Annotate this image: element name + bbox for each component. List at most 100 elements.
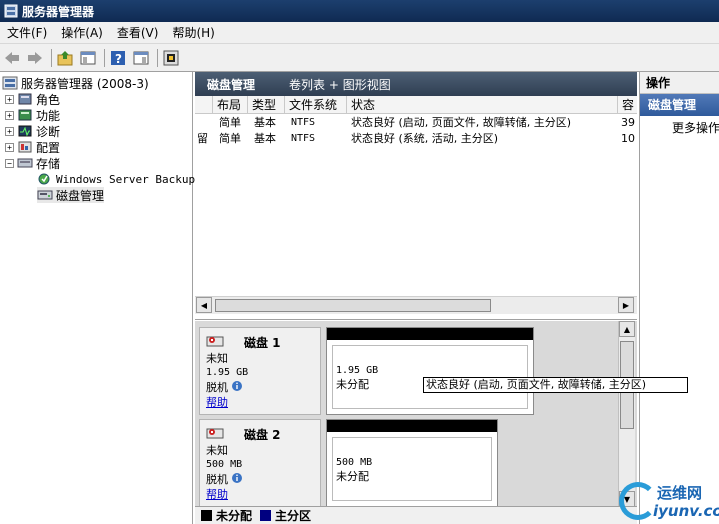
backup-icon — [37, 172, 53, 186]
column-header-status[interactable]: 状态 — [347, 96, 618, 114]
graphical-view: 磁盘 1 未知 1.95 GB 脱机 帮助 1.95 GB 未分配 磁盘 2 未… — [195, 321, 637, 524]
info-icon[interactable] — [231, 472, 243, 488]
volume-list: 布局 类型 文件系统 状态 容 简单 基本 NTFS 状态良好 (启动, 页面文… — [195, 96, 637, 320]
scroll-right-icon[interactable]: ▶ — [618, 297, 634, 313]
forward-arrow-icon[interactable] — [25, 48, 45, 68]
unallocated-bar — [327, 328, 533, 340]
cell-capacity: 10 — [621, 132, 635, 145]
up-folder-icon[interactable] — [55, 48, 75, 68]
cell-layout: 简单 — [219, 116, 241, 129]
scroll-up-icon[interactable]: ▲ — [619, 321, 635, 337]
collapse-icon[interactable]: − — [5, 158, 14, 168]
column-header-capacity[interactable]: 容 — [618, 96, 637, 114]
center-title: 磁盘管理 — [207, 77, 256, 92]
toolbar: ? — [0, 44, 719, 72]
disk-help-link[interactable]: 帮助 — [206, 396, 228, 409]
more-actions-link[interactable]: 更多操作 — [640, 116, 719, 140]
menu-help[interactable]: 帮助(H) — [165, 22, 221, 44]
navigation-tree: 服务器管理器 (2008-3) + 角色 + 功能 + 诊断 + 配置 − 存储… — [0, 72, 195, 524]
disk-2-partition[interactable]: 500 MB 未分配 — [326, 419, 498, 507]
view-label: 卷列表 + 图形视图 — [289, 77, 391, 92]
tree-item-label: 功能 — [36, 108, 61, 123]
menu-view[interactable]: 查看(V) — [110, 22, 166, 44]
svg-text:?: ? — [115, 52, 122, 66]
tree-root-label: 服务器管理器 (2008-3) — [21, 76, 149, 91]
cell-volume: 留 — [197, 132, 208, 145]
disk-settings-icon[interactable] — [161, 48, 181, 68]
horizontal-scrollbar[interactable]: ◀ ▶ — [195, 296, 637, 314]
menu-file[interactable]: 文件(F) — [0, 22, 54, 44]
tree-item-label: 诊断 — [36, 124, 61, 139]
column-header-filesystem[interactable]: 文件系统 — [285, 96, 347, 114]
partition-size: 1.95 GB — [336, 365, 379, 376]
legend-swatch-unallocated — [201, 510, 212, 521]
window-title: 服务器管理器 — [22, 4, 95, 19]
column-header-layout[interactable]: 布局 — [213, 96, 248, 114]
tree-item-disk-management[interactable]: 磁盘管理 — [37, 187, 105, 203]
expand-icon[interactable]: + — [5, 110, 14, 120]
features-icon — [17, 108, 33, 122]
tree-item-configuration[interactable]: + 配置 — [5, 139, 60, 155]
volume-list-header: 布局 类型 文件系统 状态 容 — [195, 96, 637, 114]
disk-help-link[interactable]: 帮助 — [206, 488, 228, 501]
configuration-icon — [17, 140, 33, 154]
cell-status: 状态良好 (启动, 页面文件, 故障转储, 主分区) — [351, 116, 572, 129]
center-header: 磁盘管理 卷列表 + 图形视图 — [195, 72, 637, 96]
disk-1-info[interactable]: 磁盘 1 未知 1.95 GB 脱机 帮助 — [199, 327, 321, 415]
server-manager-icon — [4, 4, 18, 18]
show-hide-tree-icon[interactable] — [78, 48, 98, 68]
unallocated-bar — [327, 420, 497, 432]
tree-item-storage[interactable]: − 存储 — [5, 155, 60, 171]
back-arrow-icon[interactable] — [2, 48, 22, 68]
expand-icon[interactable]: + — [5, 94, 14, 104]
tree-item-diagnostics[interactable]: + 诊断 — [5, 123, 60, 139]
table-row[interactable]: 留 简单 基本 NTFS 状态良好 (系统, 活动, 主分区) 10 — [195, 131, 637, 147]
legend-swatch-primary — [260, 510, 272, 521]
disk-type: 未知 — [206, 444, 228, 457]
expand-icon[interactable]: + — [5, 142, 14, 152]
column-header-volume[interactable] — [195, 96, 213, 114]
partition-status: 未分配 — [336, 470, 369, 483]
tree-root[interactable]: 服务器管理器 (2008-3) — [2, 75, 149, 91]
toolbar-divider — [51, 48, 52, 67]
watermark-logo: 运维网 iyunv.com — [617, 478, 719, 524]
tree-item-label: 磁盘管理 — [56, 188, 105, 203]
legend: 未分配 主分区 — [195, 506, 637, 524]
tree-item-windows-server-backup[interactable]: Windows Server Backup — [37, 171, 195, 187]
tree-item-features[interactable]: + 功能 — [5, 107, 60, 123]
cell-capacity: 39 — [621, 116, 635, 129]
title-bar: 服务器管理器 — [0, 0, 719, 22]
column-header-type[interactable]: 类型 — [248, 96, 285, 114]
cell-status: 状态良好 (系统, 活动, 主分区) — [351, 132, 499, 145]
cell-type: 基本 — [254, 116, 276, 129]
help-icon[interactable]: ? — [108, 48, 128, 68]
tree-item-label: Windows Server Backup — [56, 172, 196, 186]
scroll-left-icon[interactable]: ◀ — [196, 297, 212, 313]
tree-item-label: 角色 — [36, 92, 61, 107]
disk-name: 磁盘 2 — [244, 428, 281, 442]
tree-item-label: 配置 — [36, 140, 61, 155]
watermark-ring-icon — [619, 482, 657, 520]
watermark-text: 运维网 — [657, 484, 703, 502]
disk-offline-icon — [206, 426, 226, 444]
legend-label: 未分配 — [216, 509, 253, 523]
properties-icon[interactable] — [131, 48, 151, 68]
menu-action[interactable]: 操作(A) — [54, 22, 110, 44]
expand-icon[interactable]: + — [5, 126, 14, 136]
disk-1-partition[interactable]: 1.95 GB 未分配 — [326, 327, 534, 415]
roles-icon — [17, 92, 33, 106]
scroll-thumb[interactable] — [215, 299, 491, 312]
cell-filesystem: NTFS — [291, 117, 316, 128]
server-manager-icon — [2, 76, 18, 90]
disk-2-info[interactable]: 磁盘 2 未知 500 MB 脱机 帮助 — [199, 419, 321, 507]
tree-item-label: 存储 — [36, 156, 61, 171]
status-tooltip: 状态良好 (启动, 页面文件, 故障转储, 主分区) — [423, 377, 688, 393]
actions-section-disk-management[interactable]: 磁盘管理 — [640, 94, 719, 116]
table-row[interactable]: 简单 基本 NTFS 状态良好 (启动, 页面文件, 故障转储, 主分区) 39 — [195, 115, 637, 131]
cell-layout: 简单 — [219, 132, 241, 145]
info-icon[interactable] — [231, 380, 243, 396]
actions-header: 操作 — [640, 72, 719, 94]
disk-state: 脱机 — [206, 381, 228, 394]
tree-item-roles[interactable]: + 角色 — [5, 91, 60, 107]
toolbar-divider — [104, 48, 105, 67]
